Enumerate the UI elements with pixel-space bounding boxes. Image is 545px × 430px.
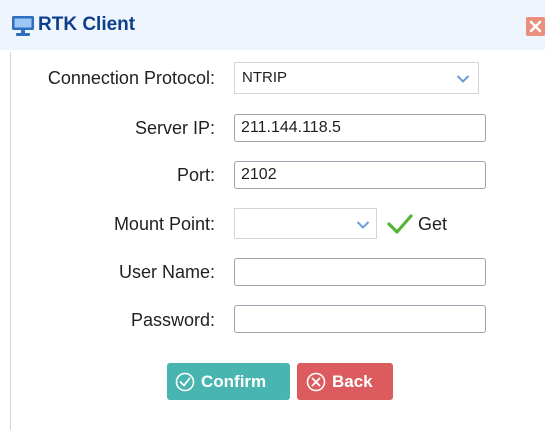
title-bar: RTK Client bbox=[0, 0, 545, 50]
password-input[interactable] bbox=[234, 305, 486, 333]
monitor-icon bbox=[12, 16, 34, 36]
x-circle-icon bbox=[306, 372, 326, 392]
confirm-button[interactable]: Confirm bbox=[167, 363, 290, 400]
server-ip-input[interactable] bbox=[234, 114, 486, 142]
mount-point-label: Mount Point: bbox=[113, 214, 215, 234]
close-icon bbox=[529, 20, 542, 33]
check-circle-icon bbox=[175, 372, 195, 392]
chevron-down-icon bbox=[356, 221, 370, 229]
get-label: Get bbox=[418, 214, 448, 234]
back-label: Back bbox=[332, 372, 373, 391]
close-button[interactable] bbox=[526, 17, 545, 36]
protocol-select-value: NTRIP bbox=[242, 69, 287, 86]
dialog-title: RTK Client bbox=[38, 14, 136, 35]
rtk-client-dialog: RTK Client Connection Protocol: NTRIP Se… bbox=[0, 0, 545, 430]
content-border bbox=[10, 52, 11, 430]
protocol-select[interactable]: NTRIP bbox=[234, 62, 479, 94]
mount-point-select[interactable] bbox=[234, 208, 377, 239]
protocol-label: Connection Protocol: bbox=[47, 68, 215, 88]
username-input[interactable] bbox=[234, 258, 486, 286]
chevron-down-icon bbox=[456, 75, 470, 83]
username-label: User Name: bbox=[118, 262, 215, 282]
port-input[interactable] bbox=[234, 161, 486, 189]
back-button[interactable]: Back bbox=[297, 363, 393, 400]
checkmark-icon bbox=[387, 214, 413, 234]
confirm-label: Confirm bbox=[201, 372, 267, 391]
server-ip-label: Server IP: bbox=[134, 118, 215, 138]
port-label: Port: bbox=[176, 165, 215, 185]
password-label: Password: bbox=[130, 310, 215, 330]
